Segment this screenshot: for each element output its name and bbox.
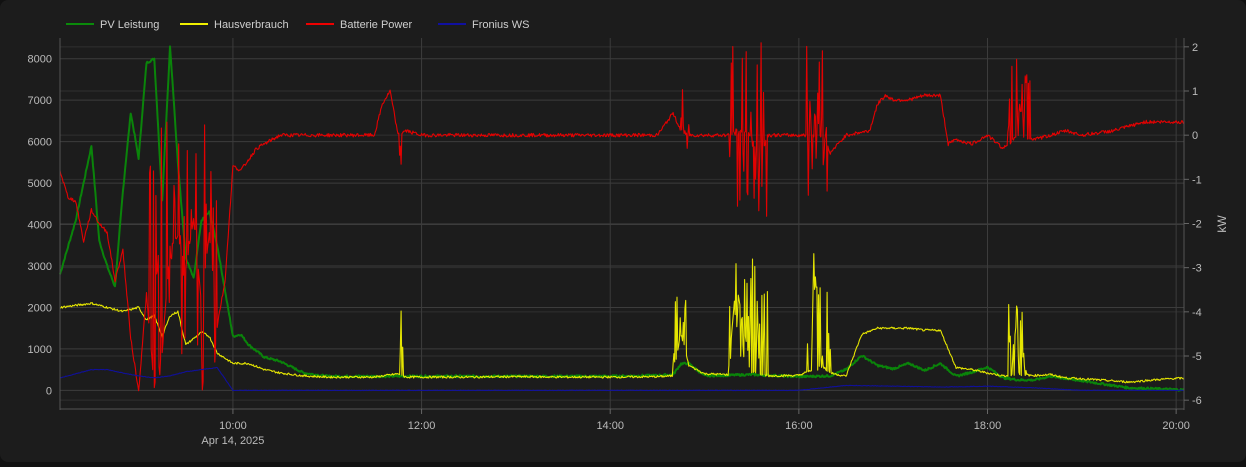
- y-tick-left-label: 6000: [28, 137, 52, 149]
- y-tick-right-label: -1: [1192, 174, 1202, 186]
- y-tick-left-label: 8000: [28, 54, 52, 66]
- y-tick-right-label: 1: [1192, 86, 1198, 98]
- legend-label: Hausverbrauch: [214, 19, 289, 31]
- y-tick-left-label: 7000: [28, 95, 52, 107]
- series-line-hausverbrauch: [59, 253, 1185, 384]
- y-tick-right-label: 2: [1192, 42, 1198, 54]
- x-tick-label: 10:00: [219, 420, 247, 432]
- legend[interactable]: PV Leistung Hausverbrauch Batterie Power Fr…: [66, 19, 529, 31]
- x-date-label: Apr 14, 2025: [201, 435, 264, 447]
- legend-label: PV Leistung: [100, 19, 159, 31]
- y-tick-right-label: -6: [1192, 395, 1202, 407]
- y-tick-left-label: 0: [46, 385, 52, 397]
- y-axis-right-title: kW: [1215, 215, 1229, 233]
- y-tick-left-label: 3000: [28, 261, 52, 273]
- legend-label: Batterie Power: [340, 19, 412, 31]
- legend-item[interactable]: Fronius WS: [438, 19, 529, 31]
- x-tick-label: 18:00: [974, 420, 1002, 432]
- x-tick-label: 12:00: [408, 420, 436, 432]
- legend-label: Fronius WS: [472, 19, 529, 31]
- y-tick-right-label: 0: [1192, 130, 1198, 142]
- y-tick-right-label: -5: [1192, 351, 1202, 363]
- y-tick-left-label: 2000: [28, 302, 52, 314]
- legend-item[interactable]: PV Leistung: [66, 19, 159, 31]
- y-tick-right-label: -3: [1192, 263, 1202, 275]
- energy-line-chart: PV Leistung Hausverbrauch Batterie Power Fr…: [28, 19, 1229, 447]
- y-tick-left-label: 5000: [28, 178, 52, 190]
- y-tick-right-label: -2: [1192, 219, 1202, 231]
- y-tick-left-label: 1000: [28, 344, 52, 356]
- x-tick-label: 16:00: [785, 420, 813, 432]
- legend-item[interactable]: Hausverbrauch: [180, 19, 289, 31]
- series-layer: [59, 42, 1185, 392]
- legend-item[interactable]: Batterie Power: [306, 19, 412, 31]
- y-tick-left-label: 4000: [28, 220, 52, 232]
- x-tick-label: 20:00: [1162, 420, 1190, 432]
- chart-card: PV Leistung Hausverbrauch Batterie Power Fr…: [0, 0, 1246, 462]
- y-tick-right-label: -4: [1192, 307, 1202, 319]
- x-tick-label: 14:00: [596, 420, 624, 432]
